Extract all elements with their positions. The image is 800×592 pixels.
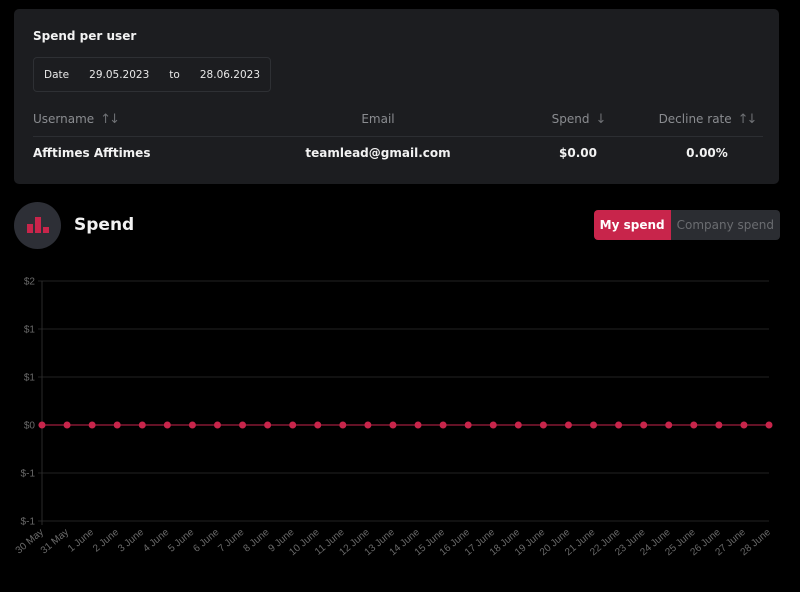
- column-label: Spend: [551, 112, 590, 126]
- x-tick-label: 3 June: [116, 527, 146, 555]
- data-point[interactable]: [38, 421, 46, 429]
- my-spend-button[interactable]: My spend: [593, 210, 671, 240]
- x-tick-label: 6 June: [191, 527, 221, 555]
- data-point[interactable]: [489, 421, 497, 429]
- y-tick-label: $2: [24, 277, 36, 288]
- data-point[interactable]: [615, 421, 623, 429]
- date-to-input[interactable]: 28.06.2023: [190, 58, 270, 91]
- column-label: Username: [33, 112, 95, 126]
- spend-scope-toggle[interactable]: My spend Company spend: [593, 210, 780, 240]
- data-point[interactable]: [264, 421, 272, 429]
- date-from-input[interactable]: 29.05.2023: [79, 58, 159, 91]
- bar-chart-icon: [14, 202, 61, 249]
- x-tick-label: 2 June: [91, 527, 121, 555]
- data-point[interactable]: [239, 421, 247, 429]
- x-tick-label: 4 June: [141, 527, 171, 555]
- column-header-username[interactable]: Username ↑↓: [33, 102, 120, 136]
- y-tick-label: $-1: [21, 517, 36, 528]
- cell-email: teamlead@gmail.com: [305, 146, 451, 160]
- data-point[interactable]: [439, 421, 447, 429]
- spend-chart: $2$1$1$0$-1$-1 30 May31 May1 June2 June3…: [14, 277, 774, 559]
- column-header-decline-rate[interactable]: Decline rate ↑↓: [657, 102, 758, 136]
- y-tick-label: $1: [24, 325, 36, 336]
- cell-decline-rate: 0.00%: [686, 146, 728, 160]
- data-point[interactable]: [715, 421, 723, 429]
- data-point[interactable]: [414, 421, 422, 429]
- data-point[interactable]: [389, 421, 397, 429]
- data-point[interactable]: [665, 421, 673, 429]
- column-header-email: Email: [283, 102, 473, 136]
- data-point[interactable]: [590, 421, 598, 429]
- data-point[interactable]: [314, 421, 322, 429]
- x-tick-label: 31 May: [39, 527, 71, 557]
- y-tick-label: $0: [24, 421, 36, 432]
- data-point[interactable]: [289, 421, 297, 429]
- sort-both-icon[interactable]: ↑↓: [738, 112, 758, 127]
- cell-spend: $0.00: [559, 146, 597, 160]
- date-to-label: to: [169, 68, 180, 81]
- date-range-filter[interactable]: Date 29.05.2023 to 28.06.2023: [33, 57, 271, 92]
- column-label: Email: [361, 112, 395, 126]
- company-spend-button[interactable]: Company spend: [670, 210, 780, 240]
- x-tick-label: 7 June: [216, 527, 246, 555]
- column-header-spend[interactable]: Spend ↓: [533, 102, 623, 136]
- data-point[interactable]: [213, 421, 221, 429]
- data-point[interactable]: [364, 421, 372, 429]
- data-point[interactable]: [564, 421, 572, 429]
- data-point[interactable]: [138, 421, 146, 429]
- data-point[interactable]: [640, 421, 648, 429]
- spend-per-user-card: Spend per user Date 29.05.2023 to 28.06.…: [14, 9, 779, 184]
- data-point[interactable]: [690, 421, 698, 429]
- data-point[interactable]: [188, 421, 196, 429]
- data-point[interactable]: [88, 421, 96, 429]
- table-header: Username ↑↓ Email Spend ↓ Decline rate ↑…: [33, 102, 763, 137]
- data-point[interactable]: [514, 421, 522, 429]
- data-point[interactable]: [464, 421, 472, 429]
- x-tick-label: 8 June: [241, 527, 271, 555]
- spend-title: Spend: [74, 215, 135, 235]
- column-label: Decline rate: [658, 112, 732, 126]
- y-tick-label: $-1: [21, 469, 36, 480]
- cell-username: Afftimes Afftimes: [33, 146, 151, 160]
- data-point[interactable]: [113, 421, 121, 429]
- data-point[interactable]: [765, 421, 773, 429]
- x-tick-label: 5 June: [166, 527, 196, 555]
- sort-both-icon[interactable]: ↑↓: [100, 112, 120, 127]
- data-point[interactable]: [740, 421, 748, 429]
- date-label: Date: [44, 68, 70, 81]
- card-title: Spend per user: [33, 29, 137, 43]
- x-tick-label: 1 June: [66, 527, 96, 555]
- table-row: Afftimes Afftimes teamlead@gmail.com $0.…: [33, 137, 763, 169]
- y-tick-label: $1: [24, 373, 36, 384]
- spend-section-header: Spend My spend Company spend: [14, 202, 780, 249]
- spend-table: Username ↑↓ Email Spend ↓ Decline rate ↑…: [33, 102, 763, 169]
- sort-desc-icon[interactable]: ↓: [595, 112, 606, 127]
- data-point[interactable]: [539, 421, 547, 429]
- data-point[interactable]: [163, 421, 171, 429]
- data-point[interactable]: [63, 421, 71, 429]
- data-point[interactable]: [339, 421, 347, 429]
